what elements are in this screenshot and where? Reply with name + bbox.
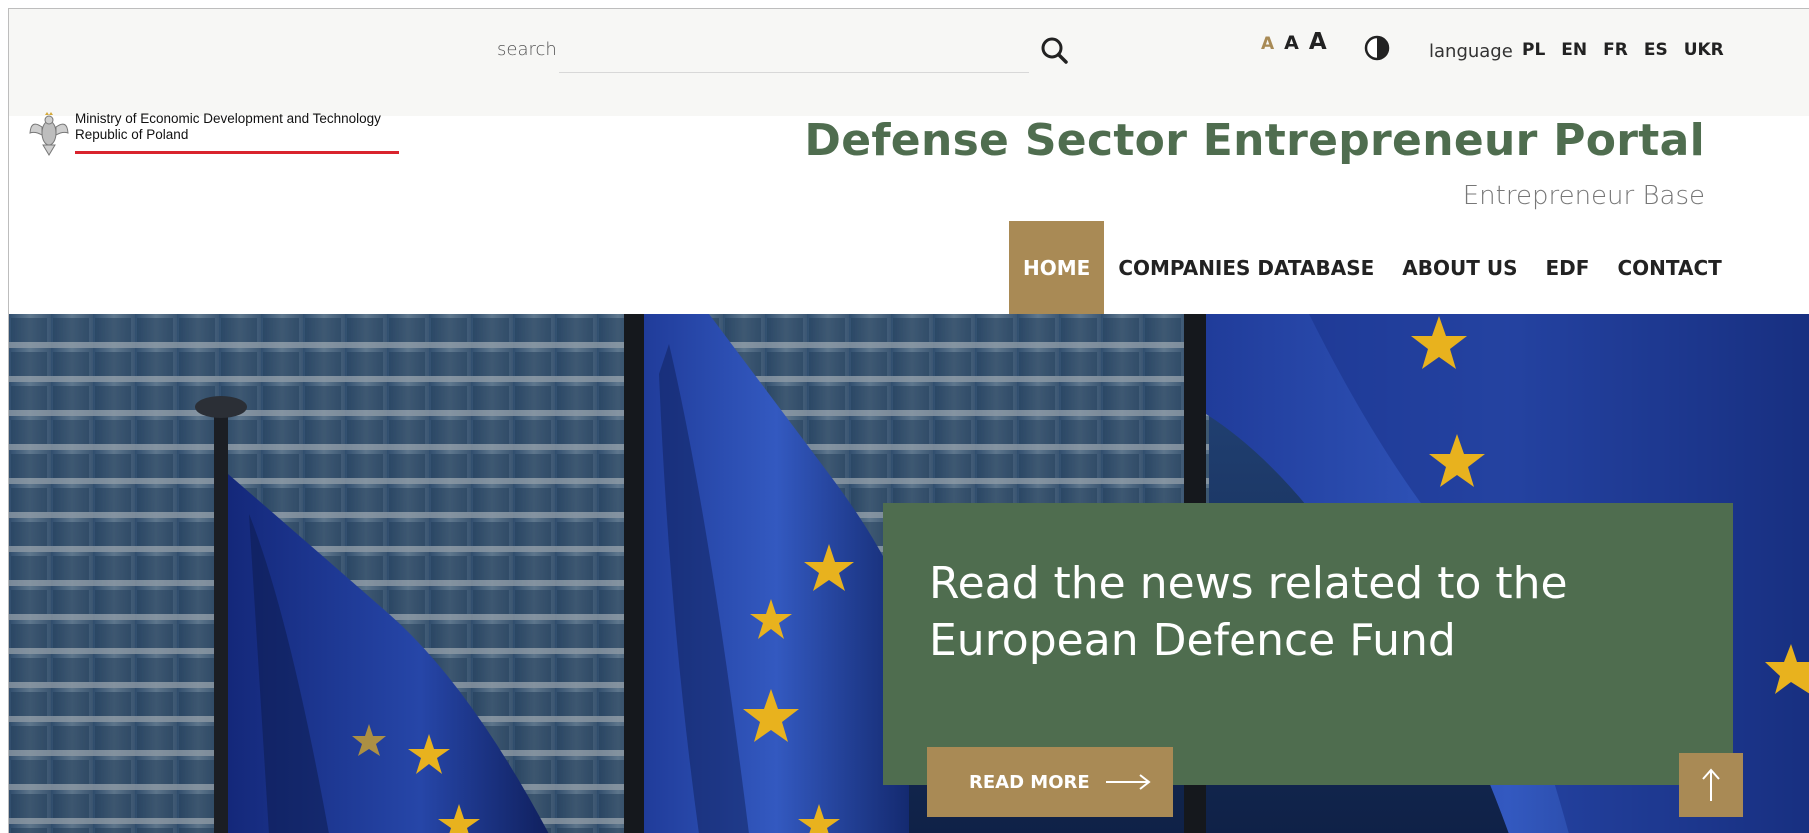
language-option-en[interactable]: EN [1561, 40, 1587, 60]
language-option-fr[interactable]: FR [1603, 40, 1628, 60]
font-size-controls: A A A [1261, 29, 1327, 65]
logo-text: Ministry of Economic Development and Tec… [75, 111, 381, 143]
nav-item-home[interactable]: HOME [1009, 221, 1105, 314]
read-more-label: READ MORE [969, 771, 1090, 793]
top-utility-bar: search A A A language PL EN FR ES UKR [9, 9, 1809, 116]
read-more-button[interactable]: READ MORE [927, 747, 1173, 817]
logo-ministry-name: Ministry of Economic Development and Tec… [75, 111, 381, 126]
language-option-es[interactable]: ES [1644, 40, 1668, 60]
nav-item-edf[interactable]: EDF [1532, 221, 1604, 314]
arrow-right-icon [1105, 774, 1151, 790]
main-nav: HOME COMPANIES DATABASE ABOUT US EDF CON… [1009, 221, 1736, 314]
language-option-pl[interactable]: PL [1522, 40, 1545, 60]
search-icon[interactable] [1037, 33, 1073, 69]
nav-item-companies-database[interactable]: COMPANIES DATABASE [1104, 221, 1388, 314]
language-switcher: PL EN FR ES UKR [1522, 40, 1724, 60]
eagle-emblem-icon [29, 109, 69, 157]
scroll-to-top-button[interactable] [1679, 753, 1743, 817]
arrow-up-icon [1702, 768, 1720, 801]
hero-banner: Read the news related to the European De… [9, 314, 1809, 833]
nav-item-contact[interactable]: CONTACT [1603, 221, 1735, 314]
search-label: search [497, 39, 557, 60]
language-option-ukr[interactable]: UKR [1684, 40, 1724, 60]
contrast-icon[interactable] [1363, 34, 1391, 62]
font-size-medium-button[interactable]: A [1284, 32, 1299, 54]
font-size-small-button[interactable]: A [1261, 34, 1274, 54]
logo-country-name: Republic of Poland [75, 127, 189, 142]
font-size-large-button[interactable]: A [1309, 29, 1327, 55]
nav-item-about-us[interactable]: ABOUT US [1388, 221, 1531, 314]
news-headline: Read the news related to the European De… [929, 558, 1568, 666]
page-subtitle: Entrepreneur Base [1462, 181, 1705, 211]
search-input[interactable] [559, 31, 1029, 73]
logo-red-divider [75, 151, 399, 154]
ministry-logo[interactable]: Ministry of Economic Development and Tec… [29, 109, 419, 169]
language-label: language [1429, 41, 1513, 62]
browser-viewport: search A A A language PL EN FR ES UKR Mi… [8, 8, 1809, 833]
news-callout: Read the news related to the European De… [883, 503, 1733, 785]
page-title: Defense Sector Entrepreneur Portal [804, 115, 1705, 166]
